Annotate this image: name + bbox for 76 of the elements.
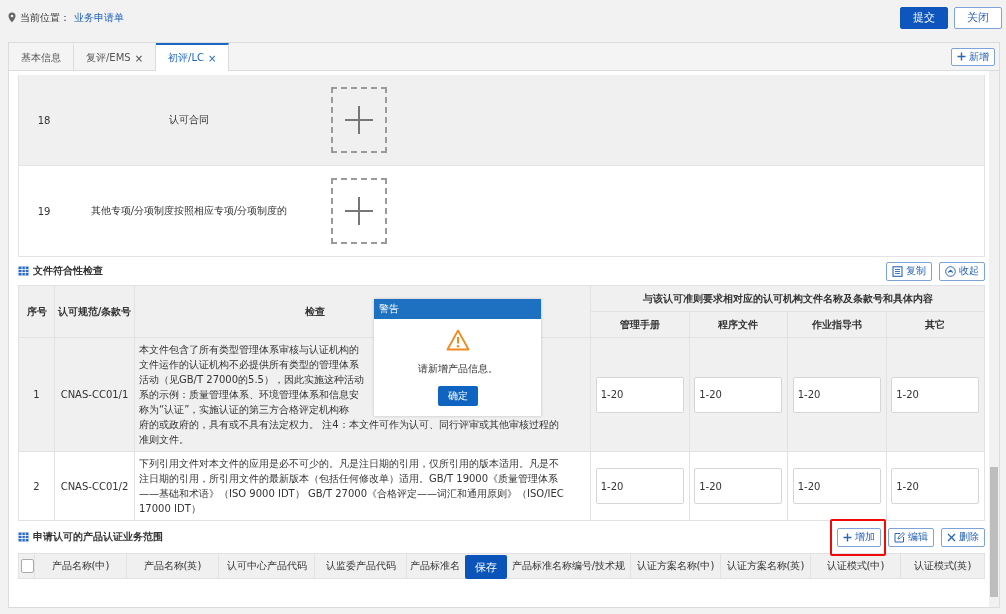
column-header: 管理手册 (591, 312, 690, 338)
cell-text: 系的示例：质量管理体系、环境管理体系和信息安 (139, 388, 359, 402)
edit-icon (894, 531, 905, 543)
column-header: 序号 (19, 286, 55, 338)
text-field[interactable]: 1-20 (694, 376, 783, 413)
breadcrumb-link[interactable]: 业务申请单 (74, 10, 124, 25)
plus-icon (843, 532, 852, 542)
column-header: 程序文件 (689, 312, 788, 338)
ok-button[interactable]: 确定 (437, 385, 478, 406)
location-pin-icon (8, 12, 16, 23)
close-button[interactable]: 关闭 (954, 6, 1002, 29)
dialog-message: 请新增产品信息。 (417, 361, 498, 376)
collapse-button[interactable]: 收起 (939, 261, 985, 281)
location-label: 当前位置： (20, 10, 70, 25)
dialog-title: 警告 (379, 302, 399, 316)
text-field[interactable]: 1-20 (891, 468, 980, 504)
collapse-icon (945, 265, 956, 277)
copy-button[interactable]: 复制 (886, 261, 932, 281)
cell-text: 下列引用文件对本文件的应用是必不可少的。凡是注日期的引用，仅所引用的版本适用。凡是不 (139, 457, 559, 471)
cell-text: 府的或政府的，具有或不具有法定权力。 注4：本文件可作为认可、同行评审或其他审核过程的 (139, 418, 559, 432)
section-title: 文件符合性检查 (33, 264, 103, 278)
cell-text: ——基础和术语》（ISO 9000 IDT） GB/T 27000《合格评定——词汇和通用原则》（ISO/IEC (139, 487, 564, 501)
upload-button[interactable] (331, 87, 387, 153)
text-field[interactable]: 1-20 (891, 376, 980, 413)
cell-text: 文件运作的认证机构不必提供所有类型的管理体系 (139, 358, 359, 372)
column-header: 与该认可准则要求相对应的认可机构文件名称及条款号和具体内容 (591, 286, 985, 312)
column-header: 认证方案名称(中) (631, 554, 721, 578)
close-icon (947, 532, 956, 542)
cell-text: 称为“认证”，实施认证的第三方合格评定机构称 (139, 403, 350, 417)
upload-button[interactable] (331, 178, 387, 244)
text-field[interactable]: 1-20 (595, 376, 684, 413)
row-number: 18 (36, 114, 52, 126)
text-field[interactable]: 1-20 (792, 468, 881, 504)
document-icon (892, 265, 903, 277)
warning-icon (445, 329, 470, 352)
tab-close-button[interactable]: × (134, 52, 144, 64)
plus-icon (344, 196, 374, 226)
cell-text: 注日期的引用，所引用文件的最新版本（包括任何修改单）适用。GB/T 19000《质量管理体系 (139, 472, 559, 486)
column-header: 产品名称(英) (127, 554, 219, 578)
cell-text: 本文件包含了所有类型管理体系审核与认证机构的 (139, 343, 359, 357)
column-header: 认可中心产品代码 (219, 554, 315, 578)
tab[interactable]: 基本信息 (9, 43, 74, 71)
checkbox[interactable] (20, 559, 34, 573)
column-header: 认监委产品代码 (315, 554, 407, 578)
submit-button[interactable]: 提交 (900, 6, 948, 29)
column-header: 认证模式(中) (811, 554, 901, 578)
column-header: 作业指导书 (788, 312, 887, 338)
text-field[interactable]: 1-20 (792, 376, 881, 413)
tab[interactable]: 初评/LC × (156, 43, 230, 71)
column-header: 产品名称(中) (35, 554, 127, 578)
table-icon (18, 266, 29, 276)
column-header: 认证模式(英) (901, 554, 985, 578)
column-header: 认可规范/条款号 (55, 286, 135, 338)
new-button[interactable]: 新增 (951, 47, 995, 66)
table-icon (18, 532, 29, 542)
cell-text: 准则文件。 (139, 433, 189, 447)
table-cell: 2 (19, 452, 55, 521)
cell-text: 活动（见GB/T 27000的5.5），因此实施这种活动 (139, 373, 364, 387)
section-title: 申请认可的产品认证业务范围 (33, 530, 163, 544)
column-header: 认证方案名称(英) (721, 554, 811, 578)
scrollbar[interactable] (989, 71, 999, 607)
edit-button[interactable]: 编辑 (888, 527, 934, 547)
tab-close-button[interactable]: × (208, 52, 217, 64)
table-cell: CNAS-CC01/2 (55, 452, 135, 521)
plus-icon (957, 52, 966, 61)
add-button[interactable]: 增加 (837, 527, 881, 547)
column-header: 其它 (886, 312, 985, 338)
document-name: 认可合同 (168, 113, 210, 127)
plus-icon (344, 105, 374, 135)
row-number: 19 (36, 205, 52, 217)
document-name: 其他专项/分项制度按照相应专项/分项制度的 (89, 204, 289, 218)
text-field[interactable]: 1-20 (595, 468, 684, 504)
save-button[interactable]: 保存 (465, 555, 507, 579)
text-field[interactable]: 1-20 (694, 468, 783, 504)
delete-button[interactable]: 删除 (941, 527, 985, 547)
cell-text: 17000 IDT） (139, 502, 201, 516)
